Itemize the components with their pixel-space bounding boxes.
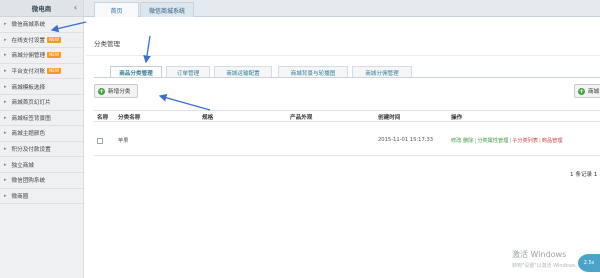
caret-right-icon: ▸	[4, 21, 7, 28]
column-header: 分类名称	[118, 115, 141, 121]
caret-right-icon: ▸	[4, 177, 7, 184]
column-header: 操作	[451, 115, 463, 121]
sidebar-item-label: 平台支付对账	[11, 69, 46, 76]
caret-right-icon: ▸	[4, 68, 7, 75]
sidebar-item-label: 商城主题颜色	[11, 131, 46, 138]
arrow-to-category-tab	[143, 35, 151, 64]
add-category-button[interactable]: + 新增分类	[94, 84, 138, 98]
sidebar-menu: ▸ 微信商城系统 ▸ 在线支付设置 NEW ▸ 商城分佣管理 NEW ▸ 平台支付对账 NEW ▸ 商城…	[0, 17, 83, 205]
sidebar-item[interactable]: ▸ 平台支付对账 NEW	[0, 64, 83, 80]
caret-right-icon: ▸	[4, 161, 7, 168]
row-operations: 修改 删除|分类属性管理|子分类列表|商品管理	[451, 138, 563, 144]
sidebar-header[interactable]: 微电商 ‹	[0, 0, 83, 17]
sidebar-item-label: 微商圈	[11, 193, 29, 200]
activation-watermark-hint: 转到"设置"以激活 Windows。	[512, 263, 581, 269]
caret-right-icon: ▸	[4, 146, 7, 153]
sidebar-item-label: 商城分佣管理	[11, 53, 46, 60]
sidebar-item[interactable]: ▸ 商城主题颜色	[0, 126, 83, 142]
sidebar-item[interactable]: ▸ 商城分佣管理 NEW	[0, 48, 83, 64]
sidebar-item[interactable]: ▸ 商城模板选择	[0, 79, 83, 95]
created-time: 2015-11-01 15:17:33	[378, 137, 434, 143]
new-badge: NEW	[47, 68, 62, 75]
table-row: 苹果 2015-11-01 15:17:33 修改 删除|分类属性管理|子分类列…	[94, 128, 600, 156]
caret-right-icon: ▸	[4, 83, 7, 90]
column-header: 名称	[97, 115, 109, 121]
table-header: 名称 分类名称 规格 产品外观 创建时间 操作	[94, 110, 600, 122]
column-header: 产品外观	[290, 115, 313, 121]
edit-link[interactable]: 修改	[451, 138, 461, 144]
divider	[94, 77, 600, 78]
pagination: 1 条记录 1	[570, 172, 598, 178]
caret-right-icon: ▸	[4, 192, 7, 199]
caret-right-icon: ▸	[4, 130, 7, 137]
activation-watermark-title: 激活 Windows	[512, 250, 567, 259]
attribute-management-link[interactable]: 分类属性管理	[477, 138, 508, 144]
sidebar-item-label: 积分及付款设置	[11, 147, 51, 154]
sidebar-item-label: 在线支付设置	[11, 37, 46, 44]
sidebar-item[interactable]: ▸ 微信团购系统	[0, 173, 83, 189]
sidebar: 微电商 ‹ ▸ 微信商城系统 ▸ 在线支付设置 NEW ▸ 商城分佣管理 NEW ▸ 平台支付对账…	[0, 0, 84, 278]
sidebar-item-label: 商城标签背景图	[11, 115, 51, 122]
caret-right-icon: ▸	[4, 99, 7, 106]
add-category-label: 新增分类	[108, 89, 131, 95]
product-management-link[interactable]: 商品管理	[542, 138, 563, 144]
new-badge: NEW	[47, 52, 62, 59]
row-checkbox[interactable]	[97, 138, 103, 144]
sidebar-item[interactable]: ▸ 在线支付设置 NEW	[0, 33, 83, 49]
divider	[86, 55, 600, 56]
tab-home[interactable]: 首页	[94, 2, 139, 17]
sidebar-item[interactable]: ▸ 商城标签背景图	[0, 111, 83, 127]
top-tab-bar: 首页 微信商城系统	[84, 0, 600, 17]
caret-right-icon: ▸	[4, 36, 7, 43]
page-title: 分类管理	[94, 40, 120, 48]
delete-link[interactable]: 删除	[463, 138, 473, 144]
sidebar-item[interactable]: ▸ 商城首页幻灯片	[0, 95, 83, 111]
plus-icon: +	[98, 87, 105, 95]
floating-timer-badge[interactable]: 2.5s	[578, 254, 600, 272]
column-header: 创建时间	[378, 115, 401, 121]
column-header: 规格	[202, 115, 214, 121]
sidebar-item[interactable]: ▸ 微商圈	[0, 189, 83, 205]
plus-icon: +	[578, 87, 585, 95]
new-badge: NEW	[47, 36, 62, 43]
sidebar-item-label: 商城模板选择	[11, 84, 46, 91]
caret-right-icon: ▸	[4, 52, 7, 59]
mall-button-label: 商城	[588, 89, 600, 95]
sidebar-item-label: 商城首页幻灯片	[11, 100, 51, 107]
arrow-to-add-button	[158, 93, 211, 111]
category-name: 苹果	[118, 138, 129, 144]
tab-wechat-mall[interactable]: 微信商城系统	[140, 2, 194, 17]
caret-right-icon: ▸	[4, 114, 7, 121]
sidebar-item-label: 微信团购系统	[11, 178, 46, 185]
chevron-left-icon[interactable]: ‹	[74, 3, 77, 12]
sidebar-item[interactable]: ▸ 积分及付款设置	[0, 142, 83, 158]
sidebar-item-label: 独立商城	[11, 162, 34, 169]
subcategory-list-link[interactable]: 子分类列表	[512, 138, 538, 144]
sidebar-item[interactable]: ▸ 独立商城	[0, 157, 83, 173]
sidebar-item-label: 微信商城系统	[11, 22, 46, 29]
mall-button[interactable]: + 商城	[574, 84, 600, 98]
sidebar-item[interactable]: ▸ 微信商城系统	[0, 17, 83, 33]
sidebar-title: 微电商	[31, 5, 52, 13]
